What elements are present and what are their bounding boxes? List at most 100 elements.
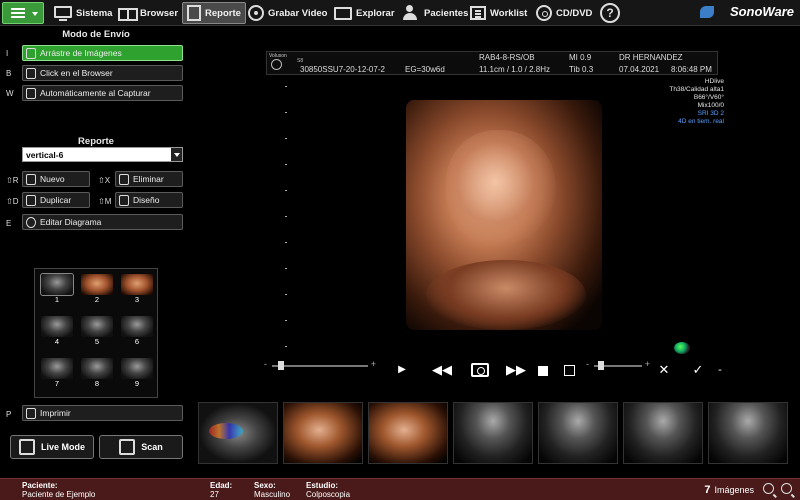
slider-plus: + [370, 359, 376, 369]
user-icon [6, 482, 16, 496]
filmstrip-thumbnail[interactable] [623, 402, 703, 464]
toolbar-cd-dvd[interactable]: CD/DVD [536, 2, 592, 24]
toolbar-worklist[interactable]: Worklist [470, 2, 527, 24]
report-slot[interactable]: 8 [79, 356, 115, 388]
scan-button[interactable]: Scan [99, 435, 183, 459]
report-template-value: vertical-6 [26, 150, 64, 160]
filmstrip-thumbnail[interactable] [283, 402, 363, 464]
chevron-down-icon [171, 148, 182, 161]
frame-slider[interactable]: - + [264, 359, 376, 370]
filmstrip-thumbnail[interactable] [708, 402, 788, 464]
filmstrip-thumbnail[interactable] [453, 402, 533, 464]
toolbar-cd-dvd-label: CD/DVD [556, 7, 593, 19]
shortcut-key: P [6, 410, 12, 419]
print-button[interactable]: Imprimir [22, 405, 183, 421]
design-report-button[interactable]: Diseño [115, 192, 183, 208]
ultrasound-3d-image[interactable] [406, 100, 602, 330]
help-button[interactable]: ? [600, 3, 620, 23]
grid-icon [118, 5, 138, 21]
fast-forward-icon[interactable]: ▶▶ [506, 360, 526, 380]
monitor-icon [54, 6, 72, 21]
filmstrip-thumbnail[interactable] [538, 402, 618, 464]
toolbar-worklist-label: Worklist [490, 7, 528, 19]
mechanical-index: MI 0.9 [569, 53, 592, 62]
scan-label: Scan [141, 442, 163, 452]
study-value: Colposcopia [306, 490, 351, 499]
check-icon[interactable]: ✓ [688, 360, 708, 380]
report-slot[interactable]: 5 [79, 314, 115, 346]
play-icon[interactable]: ▶ [392, 360, 412, 380]
stop-icon[interactable] [538, 366, 548, 376]
toolbar-browser[interactable]: Browser [118, 2, 178, 24]
slot-number: 6 [134, 337, 140, 346]
print-label: Imprimir [40, 408, 71, 418]
filmstrip-thumbnail[interactable] [368, 402, 448, 464]
capture-camera-icon[interactable] [471, 363, 489, 377]
slider-minus: - [264, 359, 267, 369]
zoom-out-icon[interactable] [781, 483, 792, 494]
slider-handle[interactable] [278, 361, 284, 370]
send-mode-auto-capture[interactable]: Automáticamente al Capturar [22, 85, 183, 101]
slider-handle[interactable] [598, 361, 604, 370]
report-layout-preview: 1 2 3 4 5 6 7 8 9 [34, 268, 158, 398]
report-slot[interactable]: 2 [79, 272, 115, 304]
fullscreen-icon[interactable] [564, 365, 575, 376]
slider-minus: - [586, 359, 589, 369]
toolbar-sistema[interactable]: Sistema [54, 2, 112, 24]
shortcut-key: ⇧R [6, 176, 19, 185]
rewind-icon[interactable]: ◀◀ [432, 360, 452, 380]
report-slot[interactable]: 6 [119, 314, 155, 346]
imaging-params: HDlive Th38/Calidad alta1 B66°/V60° Mix1… [669, 78, 724, 126]
report-slot[interactable]: 1 [39, 272, 75, 304]
design-icon [119, 194, 129, 206]
report-slot[interactable]: 7 [39, 356, 75, 388]
folder-icon [334, 6, 352, 20]
shortcut-key: E [6, 219, 12, 228]
slot-image [121, 316, 153, 337]
toolbar-sistema-label: Sistema [76, 7, 113, 19]
send-mode-click-browser[interactable]: Click en el Browser [22, 65, 183, 81]
toolbar-reporte[interactable]: Reporte [182, 2, 246, 24]
shortcut-key: ⇧X [98, 176, 111, 185]
slot-number: 4 [54, 337, 60, 346]
slot-image [81, 274, 113, 295]
ultrasound-header: Voluson S8 RAB4-8-RS/OB MI 0.9 DR HERNAN… [266, 51, 718, 75]
report-slot[interactable]: 9 [119, 356, 155, 388]
shortcut-key: B [6, 69, 12, 78]
filmstrip-thumbnail[interactable] [198, 402, 278, 464]
param-line: Th38/Calidad alta1 [669, 86, 724, 93]
patient-label: Paciente: [22, 481, 58, 490]
slot-image [121, 358, 153, 379]
patient-name: Paciente de Ejemplo [22, 490, 96, 499]
menu-icon [11, 8, 25, 18]
new-document-icon [26, 173, 36, 185]
more-icon[interactable]: - [710, 360, 730, 380]
zoom-in-icon[interactable] [763, 483, 774, 494]
send-mode-drag-images[interactable]: Arrástre de Imágenes [22, 45, 183, 61]
close-icon[interactable]: ✕ [654, 360, 674, 380]
toolbar-pacientes[interactable]: Pacientes [402, 2, 468, 24]
report-slot[interactable]: 3 [119, 272, 155, 304]
sonoware-logo-icon [700, 6, 714, 18]
drag-hand-icon [26, 47, 36, 59]
toolbar-grabar-video[interactable]: Grabar Video [248, 2, 328, 24]
toolbar-explorar[interactable]: Explorar [334, 2, 395, 24]
slot-image [41, 358, 73, 379]
new-report-button[interactable]: Nuevo [22, 171, 90, 187]
shortcut-key: I [6, 49, 9, 58]
speed-slider[interactable]: - + [586, 359, 650, 370]
patients-icon [402, 5, 420, 21]
disc-icon [536, 5, 552, 21]
main-menu-button[interactable] [2, 2, 44, 24]
report-template-select[interactable]: vertical-6 [22, 147, 183, 162]
live-mode-button[interactable]: Live Mode [10, 435, 94, 459]
send-mode-click-browser-label: Click en el Browser [40, 68, 113, 78]
study-label: Estudio: [306, 481, 338, 490]
toolbar-explorar-label: Explorar [356, 7, 395, 19]
edit-diagram-button[interactable]: Editar Diagrama [22, 214, 183, 230]
report-slot[interactable]: 4 [39, 314, 75, 346]
delete-report-button[interactable]: Eliminar [115, 171, 183, 187]
record-icon [248, 5, 264, 21]
worklist-icon [470, 6, 486, 20]
duplicate-report-button[interactable]: Duplicar [22, 192, 90, 208]
